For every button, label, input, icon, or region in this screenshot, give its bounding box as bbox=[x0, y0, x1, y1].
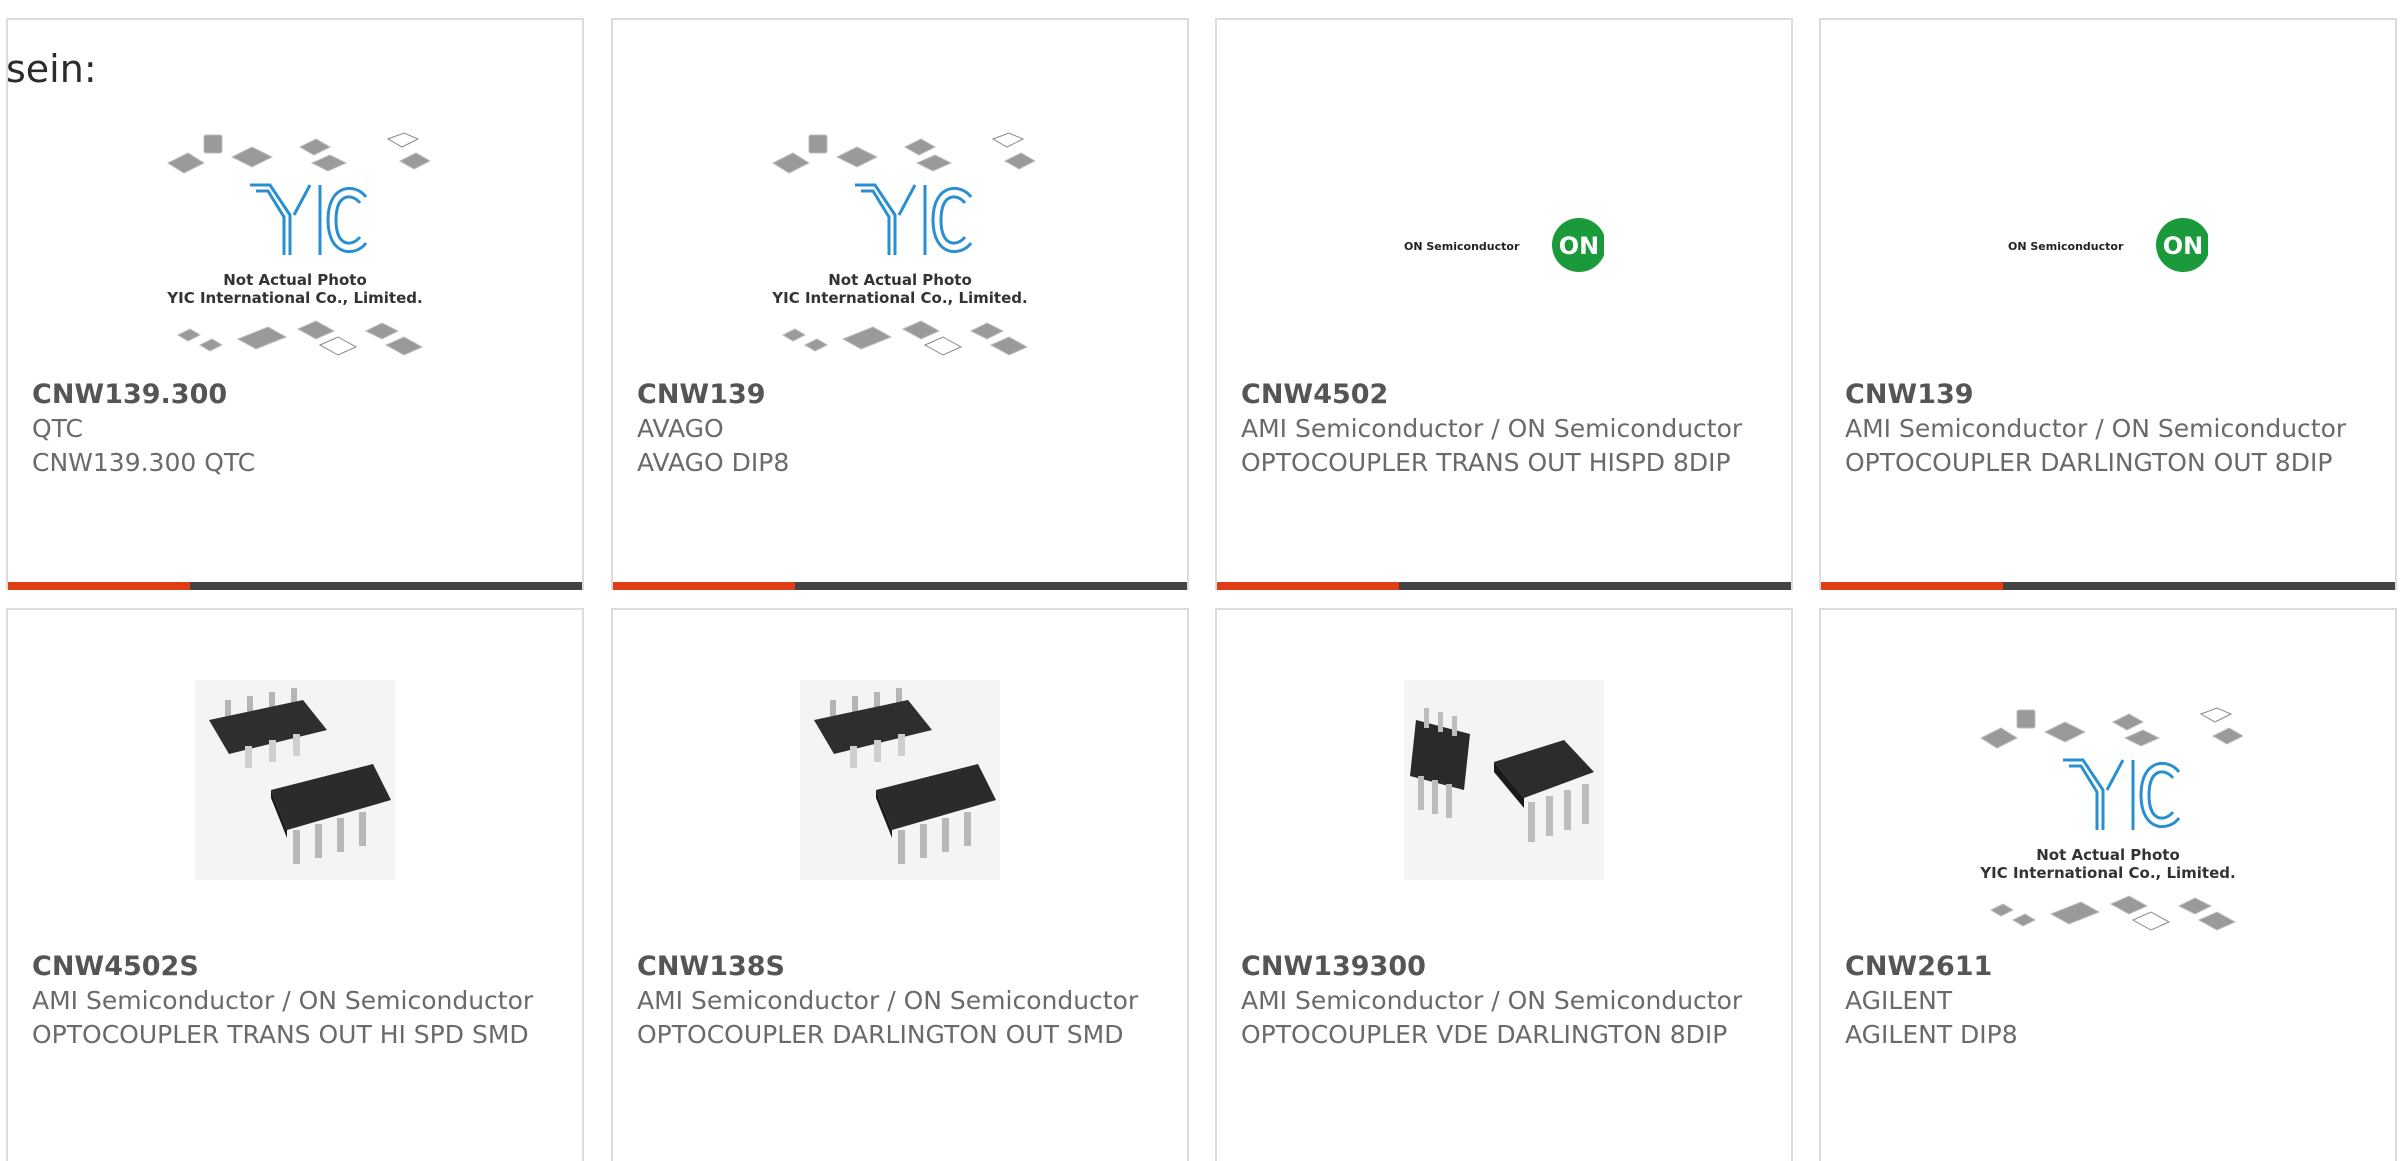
part-number-link[interactable]: CNW139 bbox=[1845, 378, 2375, 412]
smd-chip-photo bbox=[8, 680, 582, 880]
part-number-link[interactable]: CNW138S bbox=[637, 950, 1167, 984]
description: AVAGO DIP8 bbox=[637, 448, 790, 477]
description: AGILENT DIP8 bbox=[1845, 1020, 2018, 1049]
product-info: CNW139300 AMI Semiconductor / ON Semicon… bbox=[1241, 950, 1771, 1052]
card-bottom-bar bbox=[1821, 582, 2395, 590]
part-number-link[interactable]: CNW2611 bbox=[1845, 950, 2375, 984]
product-info: CNW139 AVAGO AVAGO DIP8 bbox=[637, 378, 1167, 480]
part-number-link[interactable]: CNW139.300 bbox=[32, 378, 562, 412]
manufacturer: AMI Semiconductor / ON Semiconductor bbox=[32, 986, 534, 1015]
card-bottom-bar bbox=[613, 582, 1187, 590]
product-card[interactable]: ON Semiconductor ON CNW4502 AMI Semicond… bbox=[1215, 18, 1793, 590]
card-bottom-bar bbox=[8, 582, 582, 590]
on-semiconductor-logo: ON Semiconductor ON bbox=[1217, 120, 1791, 370]
yic-placeholder-image: Not Actual Photo YIC International Co., … bbox=[8, 120, 582, 370]
product-card[interactable]: Not Actual Photo YIC International Co., … bbox=[6, 18, 584, 590]
yic-logo-icon bbox=[855, 183, 973, 255]
svg-text:Not Actual Photo: Not Actual Photo bbox=[2036, 846, 2180, 864]
description: OPTOCOUPLER VDE DARLINGTON 8DIP bbox=[1241, 1020, 1728, 1049]
product-info: CNW4502S AMI Semiconductor / ON Semicond… bbox=[32, 950, 562, 1052]
product-card[interactable]: Not Actual Photo YIC International Co., … bbox=[1819, 608, 2397, 1161]
section-heading: sein: bbox=[6, 47, 97, 91]
description: OPTOCOUPLER TRANS OUT HI SPD SMD bbox=[32, 1020, 529, 1049]
part-number-link[interactable]: CNW4502S bbox=[32, 950, 562, 984]
product-card[interactable]: Not Actual Photo YIC International Co., … bbox=[611, 18, 1189, 590]
svg-text:YIC International Co., Limited: YIC International Co., Limited. bbox=[1979, 864, 2235, 882]
yic-logo-icon bbox=[250, 183, 368, 255]
yic-placeholder-image: Not Actual Photo YIC International Co., … bbox=[1821, 700, 2395, 940]
manufacturer: QTC bbox=[32, 414, 83, 443]
description: CNW139.300 QTC bbox=[32, 448, 256, 477]
description: OPTOCOUPLER DARLINGTON OUT 8DIP bbox=[1845, 448, 2333, 477]
part-number-link[interactable]: CNW139 bbox=[637, 378, 1167, 412]
product-card[interactable]: CNW4502S AMI Semiconductor / ON Semicond… bbox=[6, 608, 584, 1161]
svg-text:ON Semiconductor: ON Semiconductor bbox=[1404, 240, 1520, 253]
product-card[interactable]: ON Semiconductor ON CNW139 AMI Semicondu… bbox=[1819, 18, 2397, 590]
manufacturer: AMI Semiconductor / ON Semiconductor bbox=[1241, 414, 1743, 443]
svg-text:ON Semiconductor: ON Semiconductor bbox=[2008, 240, 2124, 253]
manufacturer: AMI Semiconductor / ON Semiconductor bbox=[1241, 986, 1743, 1015]
svg-text:YIC International Co., Limited: YIC International Co., Limited. bbox=[771, 289, 1027, 307]
product-info: CNW4502 AMI Semiconductor / ON Semicondu… bbox=[1241, 378, 1771, 480]
product-grid-page: sein: Not Actual Photo YIC International… bbox=[0, 0, 2400, 1161]
description: OPTOCOUPLER TRANS OUT HISPD 8DIP bbox=[1241, 448, 1731, 477]
svg-text:Not Actual Photo: Not Actual Photo bbox=[828, 271, 972, 289]
product-info: CNW138S AMI Semiconductor / ON Semicondu… bbox=[637, 950, 1167, 1052]
svg-text:Not Actual Photo: Not Actual Photo bbox=[223, 271, 367, 289]
product-info: CNW2611 AGILENT AGILENT DIP8 bbox=[1845, 950, 2375, 1052]
product-info: CNW139.300 QTC CNW139.300 QTC bbox=[32, 378, 562, 480]
manufacturer: AGILENT bbox=[1845, 986, 1953, 1015]
product-card[interactable]: CNW139300 AMI Semiconductor / ON Semicon… bbox=[1215, 608, 1793, 1161]
card-bottom-bar bbox=[1217, 582, 1791, 590]
manufacturer: AMI Semiconductor / ON Semiconductor bbox=[637, 986, 1139, 1015]
part-number-link[interactable]: CNW139300 bbox=[1241, 950, 1771, 984]
svg-text:ON: ON bbox=[1559, 232, 1600, 260]
description: OPTOCOUPLER DARLINGTON OUT SMD bbox=[637, 1020, 1124, 1049]
svg-text:ON: ON bbox=[2163, 232, 2204, 260]
part-number-link[interactable]: CNW4502 bbox=[1241, 378, 1771, 412]
product-info: CNW139 AMI Semiconductor / ON Semiconduc… bbox=[1845, 378, 2375, 480]
dip-chip-photo bbox=[1217, 680, 1791, 880]
manufacturer: AVAGO bbox=[637, 414, 724, 443]
svg-text:YIC International Co., Limited: YIC International Co., Limited. bbox=[166, 289, 422, 307]
yic-logo-icon bbox=[2063, 758, 2181, 830]
yic-placeholder-image: Not Actual Photo YIC International Co., … bbox=[613, 120, 1187, 370]
manufacturer: AMI Semiconductor / ON Semiconductor bbox=[1845, 414, 2347, 443]
smd-chip-photo bbox=[613, 680, 1187, 880]
on-semiconductor-logo: ON Semiconductor ON bbox=[1821, 120, 2395, 370]
product-card[interactable]: CNW138S AMI Semiconductor / ON Semicondu… bbox=[611, 608, 1189, 1161]
